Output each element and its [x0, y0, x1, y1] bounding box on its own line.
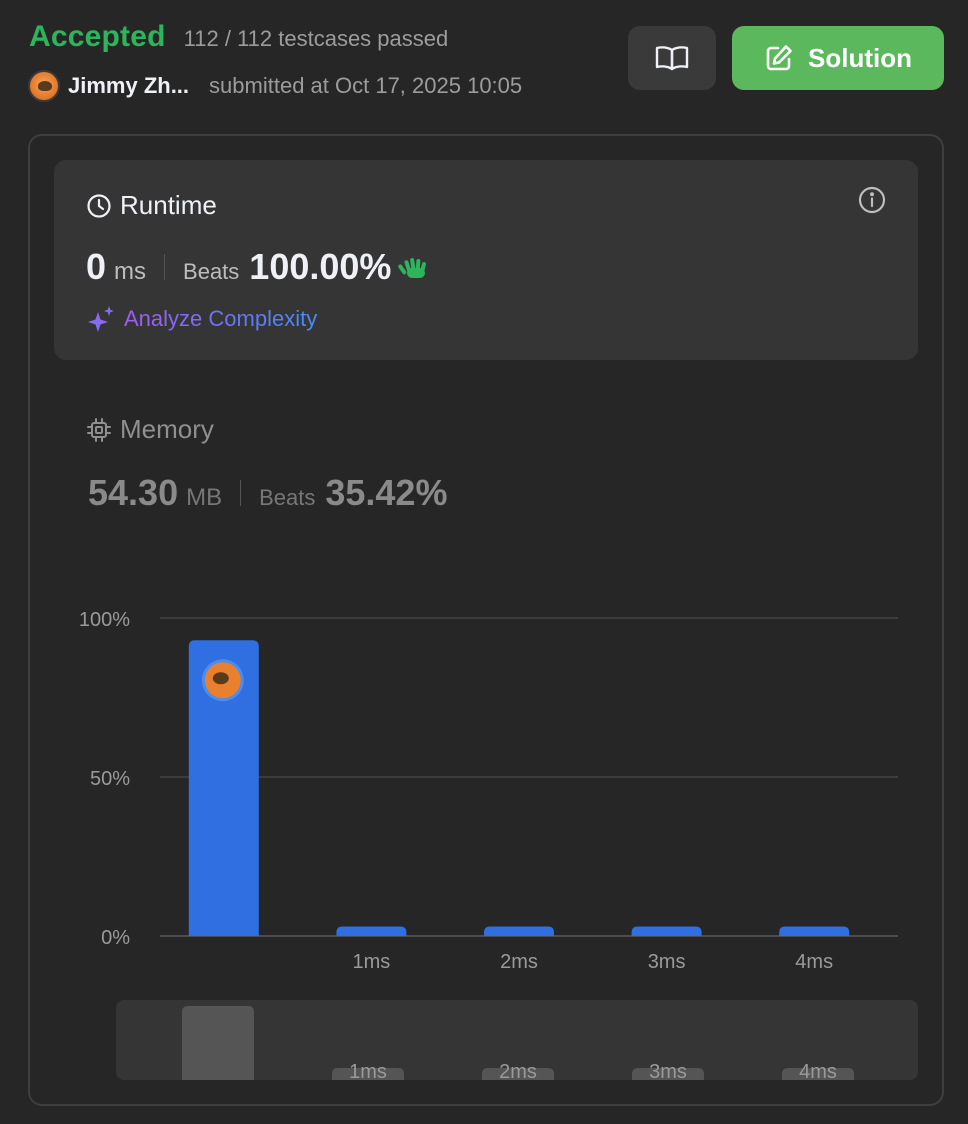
analyze-complexity-link[interactable]: Analyze Complexity — [86, 304, 317, 334]
bar — [336, 926, 407, 936]
memory-value: 54.30 — [88, 472, 179, 513]
clapping-hands-icon — [398, 258, 427, 278]
memory-unit: MB — [186, 484, 223, 511]
testcases-passed: 112 / 112 testcases passed — [183, 26, 449, 51]
x-tick-label: 3ms — [648, 951, 686, 973]
navigator-bar — [182, 1006, 254, 1080]
memory-title[interactable]: Memory — [86, 414, 214, 445]
bar — [631, 926, 702, 936]
analyze-complexity-label: Analyze Complexity — [124, 306, 318, 331]
memory-beats-percent: 35.42% — [325, 472, 448, 513]
y-tick-label: 50% — [90, 768, 130, 790]
editorial-button[interactable] — [628, 26, 716, 90]
submitted-at: submitted at Oct 17, 2025 10:05 — [209, 73, 523, 98]
runtime-beats-percent: 100.00% — [249, 246, 392, 287]
clock-icon — [87, 193, 111, 218]
avatar-detail — [212, 672, 229, 685]
solution-button[interactable]: Solution — [732, 26, 944, 90]
y-tick-label: 0% — [101, 927, 130, 949]
edit-icon — [766, 45, 792, 71]
memory-title-label: Memory — [120, 414, 214, 444]
divider — [164, 254, 166, 280]
submitter-info: Jimmy Zh... submitted at Oct 17, 2025 10… — [28, 70, 522, 102]
x-tick-label: 4ms — [795, 951, 833, 973]
solution-button-label: Solution — [808, 42, 912, 73]
runtime-card[interactable]: Runtime 0 ms Beats 100.00% Analyze Compl… — [54, 160, 918, 360]
runtime-beats-label: Beats — [183, 259, 240, 284]
x-tick-label: 2ms — [500, 951, 538, 973]
chip-icon — [87, 417, 111, 442]
runtime-value: 0 — [86, 246, 107, 287]
info-icon[interactable] — [858, 186, 886, 214]
navigator-tick-label: 2ms — [499, 1061, 537, 1080]
memory-beats-label: Beats — [259, 485, 316, 510]
y-tick-label: 100% — [79, 609, 130, 631]
memory-metric: 54.30 MB Beats 35.42% — [88, 472, 447, 514]
navigator-tick-label: 3ms — [649, 1061, 687, 1080]
submission-status: Accepted 112 / 112 testcases passed — [29, 20, 448, 54]
runtime-title: Runtime — [86, 190, 217, 221]
x-tick-label: 1ms — [353, 951, 391, 973]
runtime-distribution-chart[interactable]: 0% 50% 100% 1ms 2ms 3ms 4ms — [60, 600, 920, 990]
runtime-unit: ms — [114, 258, 147, 285]
bar — [484, 926, 554, 936]
runtime-title-label: Runtime — [120, 190, 217, 220]
bar — [779, 926, 850, 936]
verdict-label: Accepted — [29, 20, 166, 53]
divider — [240, 480, 242, 506]
runtime-metric: 0 ms Beats 100.00% — [86, 246, 429, 288]
navigator-tick-label: 1ms — [349, 1061, 387, 1080]
navigator-tick-label: 4ms — [799, 1061, 837, 1080]
sparkle-icon — [88, 306, 114, 332]
avatar-marker — [201, 659, 244, 702]
chart-range-navigator[interactable]: 1ms 2ms 3ms 4ms — [116, 1000, 918, 1080]
book-open-icon — [655, 46, 689, 71]
avatar[interactable] — [28, 70, 60, 102]
submitter-name[interactable]: Jimmy Zh... — [68, 73, 189, 99]
